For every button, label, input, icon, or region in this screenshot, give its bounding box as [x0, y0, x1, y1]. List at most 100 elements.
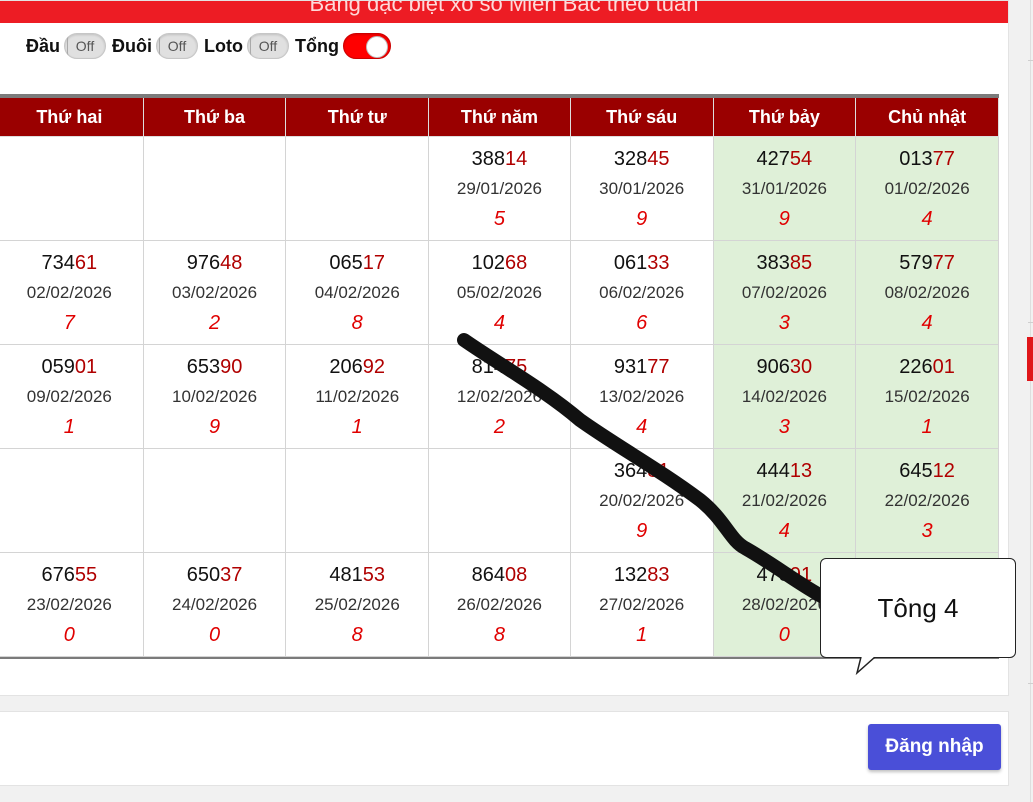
result-date: 06/02/2026 — [599, 282, 685, 302]
number-tail: 81 — [647, 459, 670, 482]
result-number: 32845 — [571, 144, 713, 174]
result-date: 23/02/2026 — [26, 594, 112, 614]
result-number: 67655 — [0, 560, 143, 590]
number-tail: 17 — [362, 251, 386, 274]
number-prefix: 444 — [756, 459, 790, 482]
result-date: 08/02/2026 — [884, 282, 970, 302]
login-button[interactable]: Đăng nhập — [868, 724, 1001, 770]
result-number: 97648 — [144, 248, 286, 278]
column-header: Chủ nhật — [855, 94, 999, 137]
result-number: 36481 — [571, 456, 713, 486]
result-sum: 9 — [636, 207, 648, 230]
result-sum: 8 — [493, 623, 506, 646]
toggle-tong[interactable] — [342, 33, 391, 59]
toggle-dau-state: Off — [75, 38, 95, 54]
result-date: 13/02/2026 — [599, 386, 685, 406]
number-tail: 45 — [647, 147, 670, 170]
result-cell: 13283 27/02/2026 1 — [569, 552, 714, 657]
scroll-tick — [1028, 322, 1033, 323]
result-cell: 97648 03/02/2026 2 — [142, 240, 287, 345]
result-number: 93177 — [571, 352, 713, 382]
number-tail: 33 — [647, 251, 670, 274]
result-number: 73461 — [0, 248, 143, 278]
number-prefix: 650 — [186, 563, 221, 586]
result-number: 22601 — [856, 352, 998, 382]
toggle-loto[interactable]: Off — [247, 33, 289, 59]
number-prefix: 383 — [756, 251, 790, 274]
result-date: 07/02/2026 — [741, 282, 827, 302]
number-prefix: 653 — [186, 355, 221, 378]
result-date: 30/01/2026 — [599, 178, 685, 198]
result-number: 65390 — [144, 352, 286, 382]
result-number: 86408 — [429, 560, 570, 590]
scrollbar-track[interactable] — [1030, 0, 1031, 802]
result-sum: 1 — [921, 415, 933, 438]
result-date: 24/02/2026 — [171, 594, 258, 614]
result-cell: 48153 25/02/2026 8 — [285, 552, 430, 657]
result-sum: 2 — [208, 311, 221, 334]
table-row: 05901 09/02/2026 1 65390 10/02/2026 9 20692 11/… — [0, 344, 999, 449]
result-sum: 7 — [63, 311, 75, 334]
card-title: Bảng đặc biệt xổ số Miền Bắc theo tuần — [0, 1, 1008, 23]
toggle-bar: Đầu Off Đuôi Off Loto Off Tổng — [26, 31, 397, 61]
number-prefix: 226 — [899, 355, 933, 378]
result-cell: 06133 06/02/2026 6 — [569, 240, 714, 345]
scroll-tick — [1028, 60, 1033, 61]
result-cell: 86408 26/02/2026 8 — [428, 552, 571, 657]
result-sum: 4 — [778, 519, 790, 542]
annotation-text: Tông 4 — [877, 592, 959, 623]
toggle-label-tong: Tổng — [295, 35, 339, 56]
result-number: 06133 — [571, 248, 713, 278]
number-prefix: 427 — [756, 147, 790, 170]
number-tail: 83 — [647, 563, 670, 586]
result-cell: 10268 05/02/2026 4 — [428, 240, 571, 345]
result-date: 04/02/2026 — [314, 282, 400, 302]
result-number: 10268 — [429, 248, 570, 278]
result-number: 44413 — [714, 456, 856, 486]
result-date: 12/02/2026 — [456, 386, 542, 406]
result-date: 31/01/2026 — [741, 178, 827, 198]
result-cell: 06517 04/02/2026 8 — [285, 240, 430, 345]
annotation-bubble: Tông 4 — [820, 558, 1016, 658]
number-prefix: 676 — [41, 563, 75, 586]
number-prefix: 065 — [329, 251, 363, 274]
result-date: 15/02/2026 — [884, 386, 970, 406]
number-prefix: 388 — [471, 147, 506, 170]
toggle-knob — [365, 36, 388, 58]
result-number: 05901 — [0, 352, 143, 382]
result-date: 09/02/2026 — [26, 386, 112, 406]
result-date: 10/02/2026 — [171, 386, 258, 406]
number-prefix: 481 — [329, 563, 363, 586]
result-cell — [428, 448, 571, 553]
result-cell: 20692 11/02/2026 1 — [285, 344, 430, 449]
number-tail: 75 — [505, 355, 528, 378]
number-tail: 14 — [505, 147, 528, 170]
scrollbar-thumb[interactable] — [1027, 337, 1033, 381]
result-cell: 05901 09/02/2026 1 — [0, 344, 144, 449]
result-cell: 38814 29/01/2026 5 — [428, 136, 571, 241]
result-date: 21/02/2026 — [741, 490, 827, 510]
result-number: 38385 — [714, 248, 856, 278]
result-date: 22/02/2026 — [884, 490, 970, 510]
toggle-label-duoi: Đuôi — [112, 35, 153, 56]
toggle-duoi[interactable]: Off — [156, 33, 199, 59]
result-date: 01/02/2026 — [884, 178, 970, 198]
result-sum: 1 — [636, 623, 648, 646]
result-number: 90630 — [714, 352, 856, 382]
number-tail: 48 — [220, 251, 243, 274]
number-tail: 54 — [789, 147, 813, 170]
column-header: Thứ năm — [428, 94, 571, 137]
toggle-dau[interactable]: Off — [64, 33, 107, 59]
result-sum: 0 — [63, 623, 75, 646]
number-prefix: 814 — [471, 355, 506, 378]
column-header: Thứ hai — [0, 94, 144, 137]
result-sum: 4 — [921, 207, 933, 230]
result-cell — [0, 448, 144, 553]
number-tail: 85 — [789, 251, 813, 274]
number-tail: 30 — [789, 355, 813, 378]
result-cell: 64512 22/02/2026 3 — [855, 448, 999, 553]
table-header-row: Thứ hai Thứ ba Thứ tư Thứ năm Thứ sáu Thứ bảy… — [0, 94, 999, 137]
result-date: 03/02/2026 — [171, 282, 258, 302]
result-sum: 3 — [921, 519, 933, 542]
result-sum: 9 — [208, 415, 221, 438]
